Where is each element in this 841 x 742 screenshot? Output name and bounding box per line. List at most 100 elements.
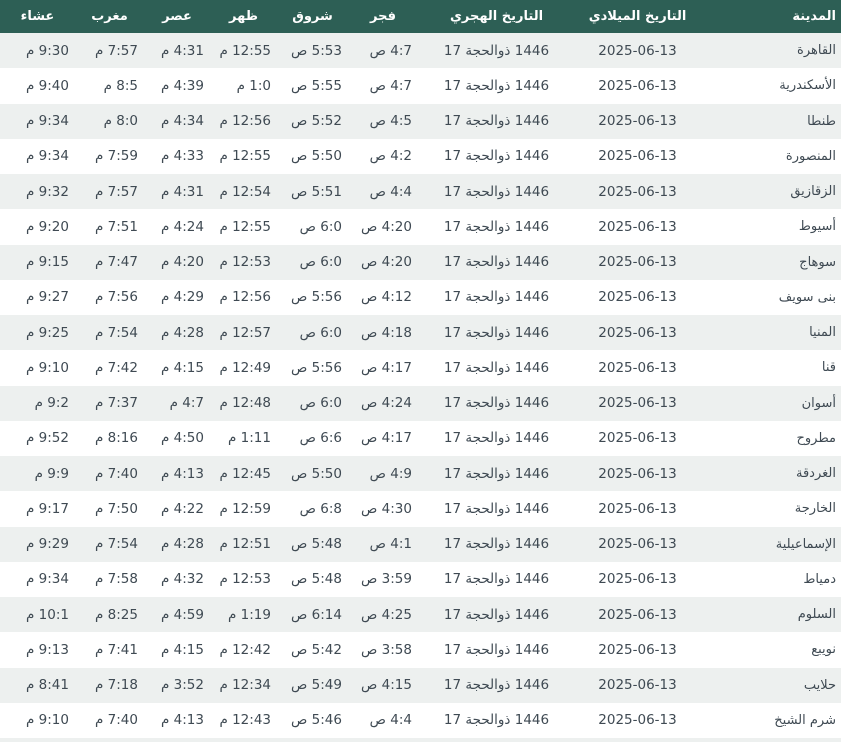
hijri-cell: 17 ذوالحجة 1446 xyxy=(418,245,575,280)
table-row: 10:1 م 8:25 م 4:59 م 1:19 م 6:14 ص 4:25 ص 17 ذ… xyxy=(0,597,841,633)
city-cell: القاهرة xyxy=(797,43,836,59)
hijri-year: 1446 xyxy=(514,218,550,235)
hijri-day: 17 xyxy=(443,183,462,200)
hijri-month: ذوالحجة xyxy=(465,113,511,130)
hijri-year: 1446 xyxy=(514,113,550,130)
table-row: 9:27 م 7:56 م 4:29 م 12:56 م 5:56 ص 4:12 ص 17 … xyxy=(0,279,841,315)
gregorian-cell: 2025-06-13 xyxy=(598,148,677,165)
dhuhr-cell: 12:45 م xyxy=(219,465,271,482)
hijri-cell: 17 ذوالحجة 1446 xyxy=(418,597,575,632)
asr-cell: 4:59 م xyxy=(161,606,204,623)
sunrise-cell: 6:0 ص xyxy=(299,324,342,341)
sunrise-cell: 5:53 ص xyxy=(291,42,342,59)
isha-cell: 9:2 م xyxy=(34,395,69,412)
asr-cell: 3:52 م xyxy=(161,677,204,694)
hijri-year: 1446 xyxy=(514,571,550,588)
maghrib-cell: 7:41 م xyxy=(95,641,138,658)
asr-cell: 4:50 م xyxy=(161,430,204,447)
dhuhr-cell: 12:55 م xyxy=(219,218,271,235)
city-cell: السلوم xyxy=(797,607,836,623)
maghrib-cell: 7:47 م xyxy=(95,254,138,271)
city-cell: أسيوط xyxy=(798,219,836,235)
sunrise-cell: 5:50 ص xyxy=(291,148,342,165)
fajr-cell: 4:9 ص xyxy=(369,465,412,482)
hijri-month: ذوالحجة xyxy=(465,148,511,165)
maghrib-cell: 7:40 م xyxy=(95,712,138,729)
hijri-year: 1446 xyxy=(514,359,550,376)
hijri-day: 17 xyxy=(443,712,462,729)
asr-cell: 4:29 م xyxy=(161,289,204,306)
city-cell: حلايب xyxy=(803,677,836,693)
hijri-month: ذوالحجة xyxy=(465,536,511,553)
isha-cell: 9:13 م xyxy=(26,641,69,658)
table-row: 9:40 م 8:5 م 4:39 م 1:0 م 5:55 ص 4:7 ص 17 ذوال… xyxy=(0,68,841,104)
hijri-year: 1446 xyxy=(514,500,550,517)
table-row: 8:41 م 7:18 م 3:52 م 12:34 م 5:49 ص 4:15 ص 17 … xyxy=(0,667,841,703)
sunrise-cell: 5:56 ص xyxy=(291,359,342,376)
gregorian-cell: 2025-06-13 xyxy=(598,289,677,306)
hijri-month: ذوالحجة xyxy=(465,677,511,694)
fajr-cell: 4:4 ص xyxy=(369,712,412,729)
sunrise-cell: 5:46 ص xyxy=(291,712,342,729)
fajr-cell: 4:17 ص xyxy=(361,359,412,376)
isha-cell: 10:1 م xyxy=(26,606,69,623)
hijri-year: 1446 xyxy=(514,254,550,271)
isha-cell: 9:15 م xyxy=(26,254,69,271)
hijri-day: 17 xyxy=(443,677,462,694)
hijri-cell: 17 ذوالحجة 1446 xyxy=(418,527,575,562)
hijri-month: ذوالحجة xyxy=(465,606,511,623)
maghrib-cell: 8:5 م xyxy=(103,77,138,94)
city-cell: الغردقة xyxy=(796,466,836,482)
maghrib-cell: 7:54 م xyxy=(95,536,138,553)
maghrib-cell: 8:0 م xyxy=(103,113,138,130)
hijri-month: ذوالحجة xyxy=(465,465,511,482)
sunrise-cell: 5:48 ص xyxy=(291,536,342,553)
asr-cell: 4:15 م xyxy=(161,359,204,376)
dhuhr-cell: 12:34 م xyxy=(219,677,271,694)
hijri-month: ذوالحجة xyxy=(465,712,511,729)
city-cell: مطروح xyxy=(796,430,836,446)
maghrib-cell: 7:18 م xyxy=(95,677,138,694)
gregorian-cell: 2025-06-13 xyxy=(598,395,677,412)
hijri-month: ذوالحجة xyxy=(465,218,511,235)
fajr-cell: 4:24 ص xyxy=(361,395,412,412)
hijri-cell: 17 ذوالحجة 1446 xyxy=(418,350,575,385)
table-row: 9:32 م 7:57 م 4:31 م 12:54 م 5:51 ص 4:4 ص 17 ذ… xyxy=(0,174,841,210)
gregorian-cell: 2025-06-13 xyxy=(598,324,677,341)
gregorian-cell: 2025-06-13 xyxy=(598,77,677,94)
isha-cell: 9:52 م xyxy=(26,430,69,447)
sunrise-cell: 6:6 ص xyxy=(299,430,342,447)
header-row: عشاء مغرب عصر ظهر شروق فجر التاريخ الهجري التار… xyxy=(0,0,841,33)
sunrise-cell: 5:52 ص xyxy=(291,113,342,130)
isha-cell: 9:10 م xyxy=(26,359,69,376)
sunrise-cell: 5:56 ص xyxy=(291,289,342,306)
maghrib-cell: 7:54 م xyxy=(95,324,138,341)
hijri-cell: 17 ذوالحجة 1446 xyxy=(418,668,575,703)
asr-cell: 4:28 م xyxy=(161,324,204,341)
fajr-cell: 4:30 ص xyxy=(361,500,412,517)
col-header-dhuhr: ظهر xyxy=(210,0,277,33)
table-row: 9:10 م 7:42 م 4:15 م 12:49 م 5:56 ص 4:17 ص 17 … xyxy=(0,350,841,386)
hijri-cell: 17 ذوالحجة 1446 xyxy=(418,139,575,174)
dhuhr-cell: 12:53 م xyxy=(219,254,271,271)
table-body: 9:30 م 7:57 م 4:31 م 12:55 م 5:53 ص 4:7 ص 17 ذ… xyxy=(0,33,841,738)
fajr-cell: 4:7 ص xyxy=(369,77,412,94)
hijri-month: ذوالحجة xyxy=(465,571,511,588)
dhuhr-cell: 12:56 م xyxy=(219,289,271,306)
hijri-cell: 17 ذوالحجة 1446 xyxy=(418,68,575,103)
hijri-day: 17 xyxy=(443,500,462,517)
maghrib-cell: 7:58 م xyxy=(95,571,138,588)
sunrise-cell: 6:8 ص xyxy=(299,500,342,517)
maghrib-cell: 7:50 م xyxy=(95,500,138,517)
dhuhr-cell: 12:53 م xyxy=(219,571,271,588)
hijri-cell: 17 ذوالحجة 1446 xyxy=(418,456,575,491)
hijri-day: 17 xyxy=(443,289,462,306)
col-header-gregorian: التاريخ الميلادي xyxy=(575,0,700,33)
sunrise-cell: 5:50 ص xyxy=(291,465,342,482)
city-cell: الإسماعيلية xyxy=(775,536,836,552)
hijri-cell: 17 ذوالحجة 1446 xyxy=(418,421,575,456)
table-row: 9:34 م 7:58 م 4:32 م 12:53 م 5:48 ص 3:59 ص 17 … xyxy=(0,561,841,597)
hijri-day: 17 xyxy=(443,571,462,588)
dhuhr-cell: 12:59 م xyxy=(219,500,271,517)
gregorian-cell: 2025-06-13 xyxy=(598,641,677,658)
